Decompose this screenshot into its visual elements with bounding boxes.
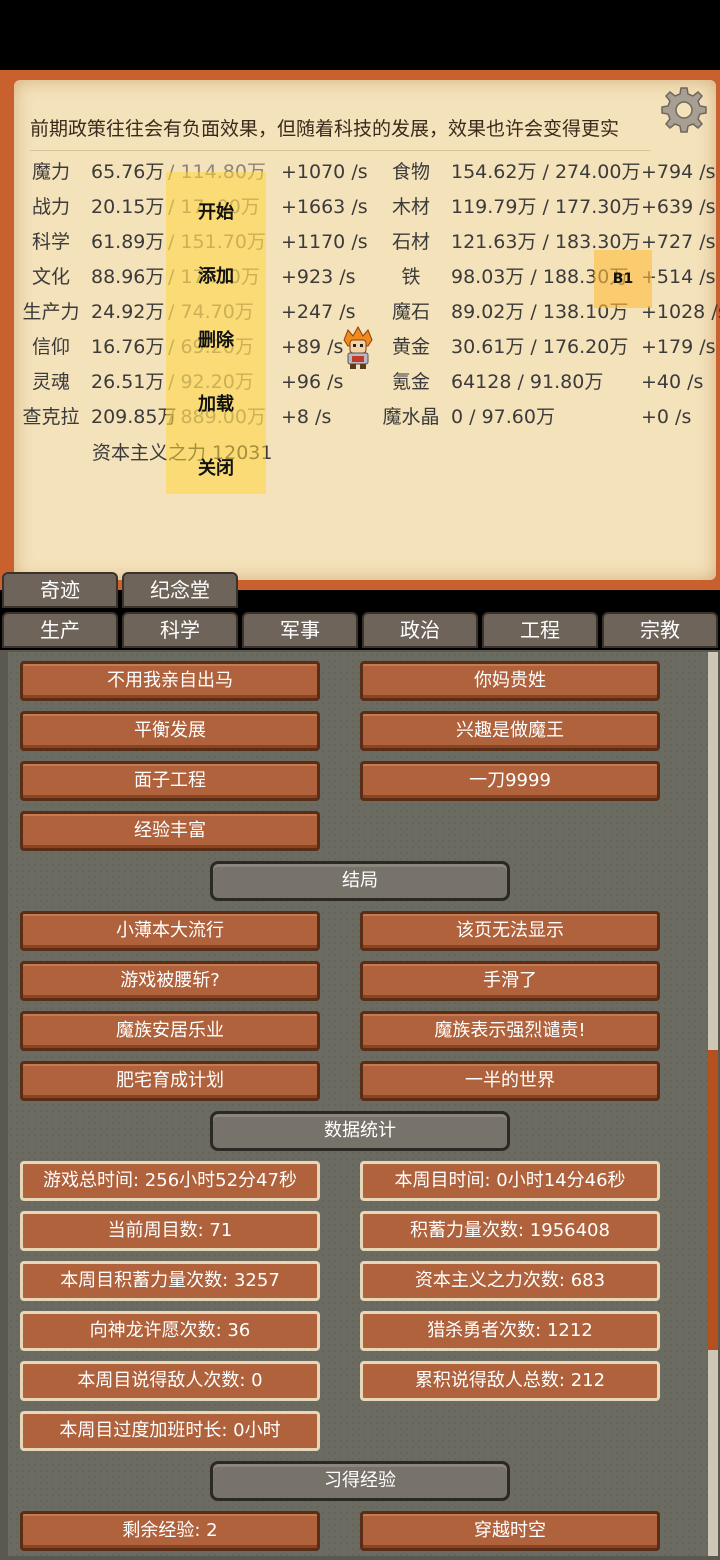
stat-overtime: 本周目过度加班时长: 0小时	[20, 1411, 320, 1451]
resource-value: 0 / 97.60万	[451, 406, 555, 428]
tab-religion[interactable]: 宗教	[602, 612, 718, 648]
debug-delete-button[interactable]: 删除	[166, 326, 266, 352]
debug-start-button[interactable]: 开始	[166, 198, 266, 224]
resource-rate: +8 /s	[281, 406, 332, 428]
hero-sprite	[343, 326, 373, 369]
resource-name: 黄金	[391, 336, 430, 358]
achievement-button[interactable]: 一刀9999	[360, 761, 660, 801]
tab-science[interactable]: 科学	[122, 612, 238, 648]
resource-name: 灵魂	[31, 371, 70, 393]
stat-dragon-wishes: 向神龙许愿次数: 36	[20, 1311, 320, 1351]
section-header-experience: 习得经验	[210, 1461, 510, 1501]
achievement-button[interactable]: 经验丰富	[20, 811, 320, 851]
stat-total-time: 游戏总时间: 256小时52分47秒	[20, 1161, 320, 1201]
stat-persuaded-total: 累积说得敌人总数: 212	[360, 1361, 660, 1401]
achievement-button[interactable]: 兴趣是做魔王	[360, 711, 660, 751]
resource-name: 战力	[31, 196, 70, 218]
resource-value: 30.61万 / 176.20万	[451, 336, 629, 358]
achievement-button[interactable]: 面子工程	[20, 761, 320, 801]
resource-name: 石材	[391, 231, 430, 253]
resource-value: 64128 / 91.80万	[451, 371, 604, 393]
resource-rate: +40 /s	[641, 371, 704, 393]
debug-b1-button[interactable]: B1	[594, 250, 652, 308]
resource-name: 魔水晶	[382, 406, 440, 428]
debug-close-button[interactable]: 关闭	[166, 454, 266, 480]
resource-rate: +247 /s	[281, 301, 356, 323]
section-header-ending: 结局	[210, 861, 510, 901]
tab-military[interactable]: 军事	[242, 612, 358, 648]
resource-rate: +0 /s	[641, 406, 692, 428]
ending-button[interactable]: 一半的世界	[360, 1061, 660, 1101]
resource-value: 24.92万	[91, 301, 165, 323]
resource-name: 信仰	[31, 336, 70, 358]
resource-rate: +923 /s	[281, 266, 356, 288]
resource-name: 文化	[31, 266, 70, 288]
resource-value: 88.96万	[91, 266, 165, 288]
resource-rate: +1028 /s	[641, 301, 720, 323]
tab-engineering[interactable]: 工程	[482, 612, 598, 648]
resource-name: 魔石	[391, 301, 430, 323]
resource-rate: +794 /s	[641, 161, 716, 183]
tab-production[interactable]: 生产	[2, 612, 118, 648]
tab-memorial-hall[interactable]: 纪念堂	[122, 572, 238, 608]
resource-name: 食物	[391, 161, 430, 183]
resource-rate: +639 /s	[641, 196, 716, 218]
stat-persuaded-run: 本周目说得敌人次数: 0	[20, 1361, 320, 1401]
resource-rate: +1663 /s	[281, 196, 368, 218]
resource-rate: +179 /s	[641, 336, 716, 358]
achievement-button[interactable]: 你妈贵姓	[360, 661, 660, 701]
resource-name: 生产力	[22, 301, 80, 323]
debug-add-button[interactable]: 添加	[166, 262, 266, 288]
stat-capitalism-count: 资本主义之力次数: 683	[360, 1261, 660, 1301]
tab-politics[interactable]: 政治	[362, 612, 478, 648]
resource-rate: +96 /s	[281, 371, 344, 393]
ending-button[interactable]: 魔族安居乐业	[20, 1011, 320, 1051]
achievement-button[interactable]: 不用我亲自出马	[20, 661, 320, 701]
resource-rate: +1170 /s	[281, 231, 368, 253]
resource-rate: +727 /s	[641, 231, 716, 253]
resource-value: 119.79万 / 177.30万	[451, 196, 641, 218]
ending-button[interactable]: 手滑了	[360, 961, 660, 1001]
stat-heroes-slain: 猎杀勇者次数: 1212	[360, 1311, 660, 1351]
resource-name: 查克拉	[22, 406, 80, 428]
resource-name: 魔力	[31, 161, 70, 183]
resource-rate: +514 /s	[641, 266, 716, 288]
stat-gather-run: 本周目积蓄力量次数: 3257	[20, 1261, 320, 1301]
tab-wonders[interactable]: 奇迹	[2, 572, 118, 608]
achievement-button[interactable]: 平衡发展	[20, 711, 320, 751]
stat-gather-total: 积蓄力量次数: 1956408	[360, 1211, 660, 1251]
resource-name: 木材	[391, 196, 430, 218]
resource-value: 209.85万	[91, 406, 177, 428]
gear-icon[interactable]	[660, 86, 708, 134]
ending-button[interactable]: 游戏被腰斩?	[20, 961, 320, 1001]
resource-value: 65.76万	[91, 161, 165, 183]
stat-run-time: 本周目时间: 0小时14分46秒	[360, 1161, 660, 1201]
resource-value: 61.89万	[91, 231, 165, 253]
resource-value: 154.62万 / 274.00万	[451, 161, 641, 183]
section-header-stats: 数据统计	[210, 1111, 510, 1151]
resource-rate: +89 /s	[281, 336, 344, 358]
tip-ticker: 前期政策往往会有负面效果，但随着科技的发展，效果也许会变得更实	[30, 108, 650, 151]
resource-name: 科学	[31, 231, 70, 253]
remaining-exp-button[interactable]: 剩余经验: 2	[20, 1511, 320, 1551]
ending-button[interactable]: 肥宅育成计划	[20, 1061, 320, 1101]
resource-rate: +1070 /s	[281, 161, 368, 183]
ending-button[interactable]: 该页无法显示	[360, 911, 660, 951]
resource-value: 26.51万	[91, 371, 165, 393]
debug-load-button[interactable]: 加载	[166, 390, 266, 416]
resource-name: 氪金	[391, 371, 430, 393]
time-travel-button[interactable]: 穿越时空	[360, 1511, 660, 1551]
ending-button[interactable]: 小薄本大流行	[20, 911, 320, 951]
resource-value: 20.15万	[91, 196, 165, 218]
stat-run-count: 当前周目数: 71	[20, 1211, 320, 1251]
scrollbar-thumb[interactable]	[708, 1050, 718, 1350]
ending-button[interactable]: 魔族表示强烈谴责!	[360, 1011, 660, 1051]
resource-name: 铁	[401, 266, 421, 288]
resource-value: 16.76万	[91, 336, 165, 358]
